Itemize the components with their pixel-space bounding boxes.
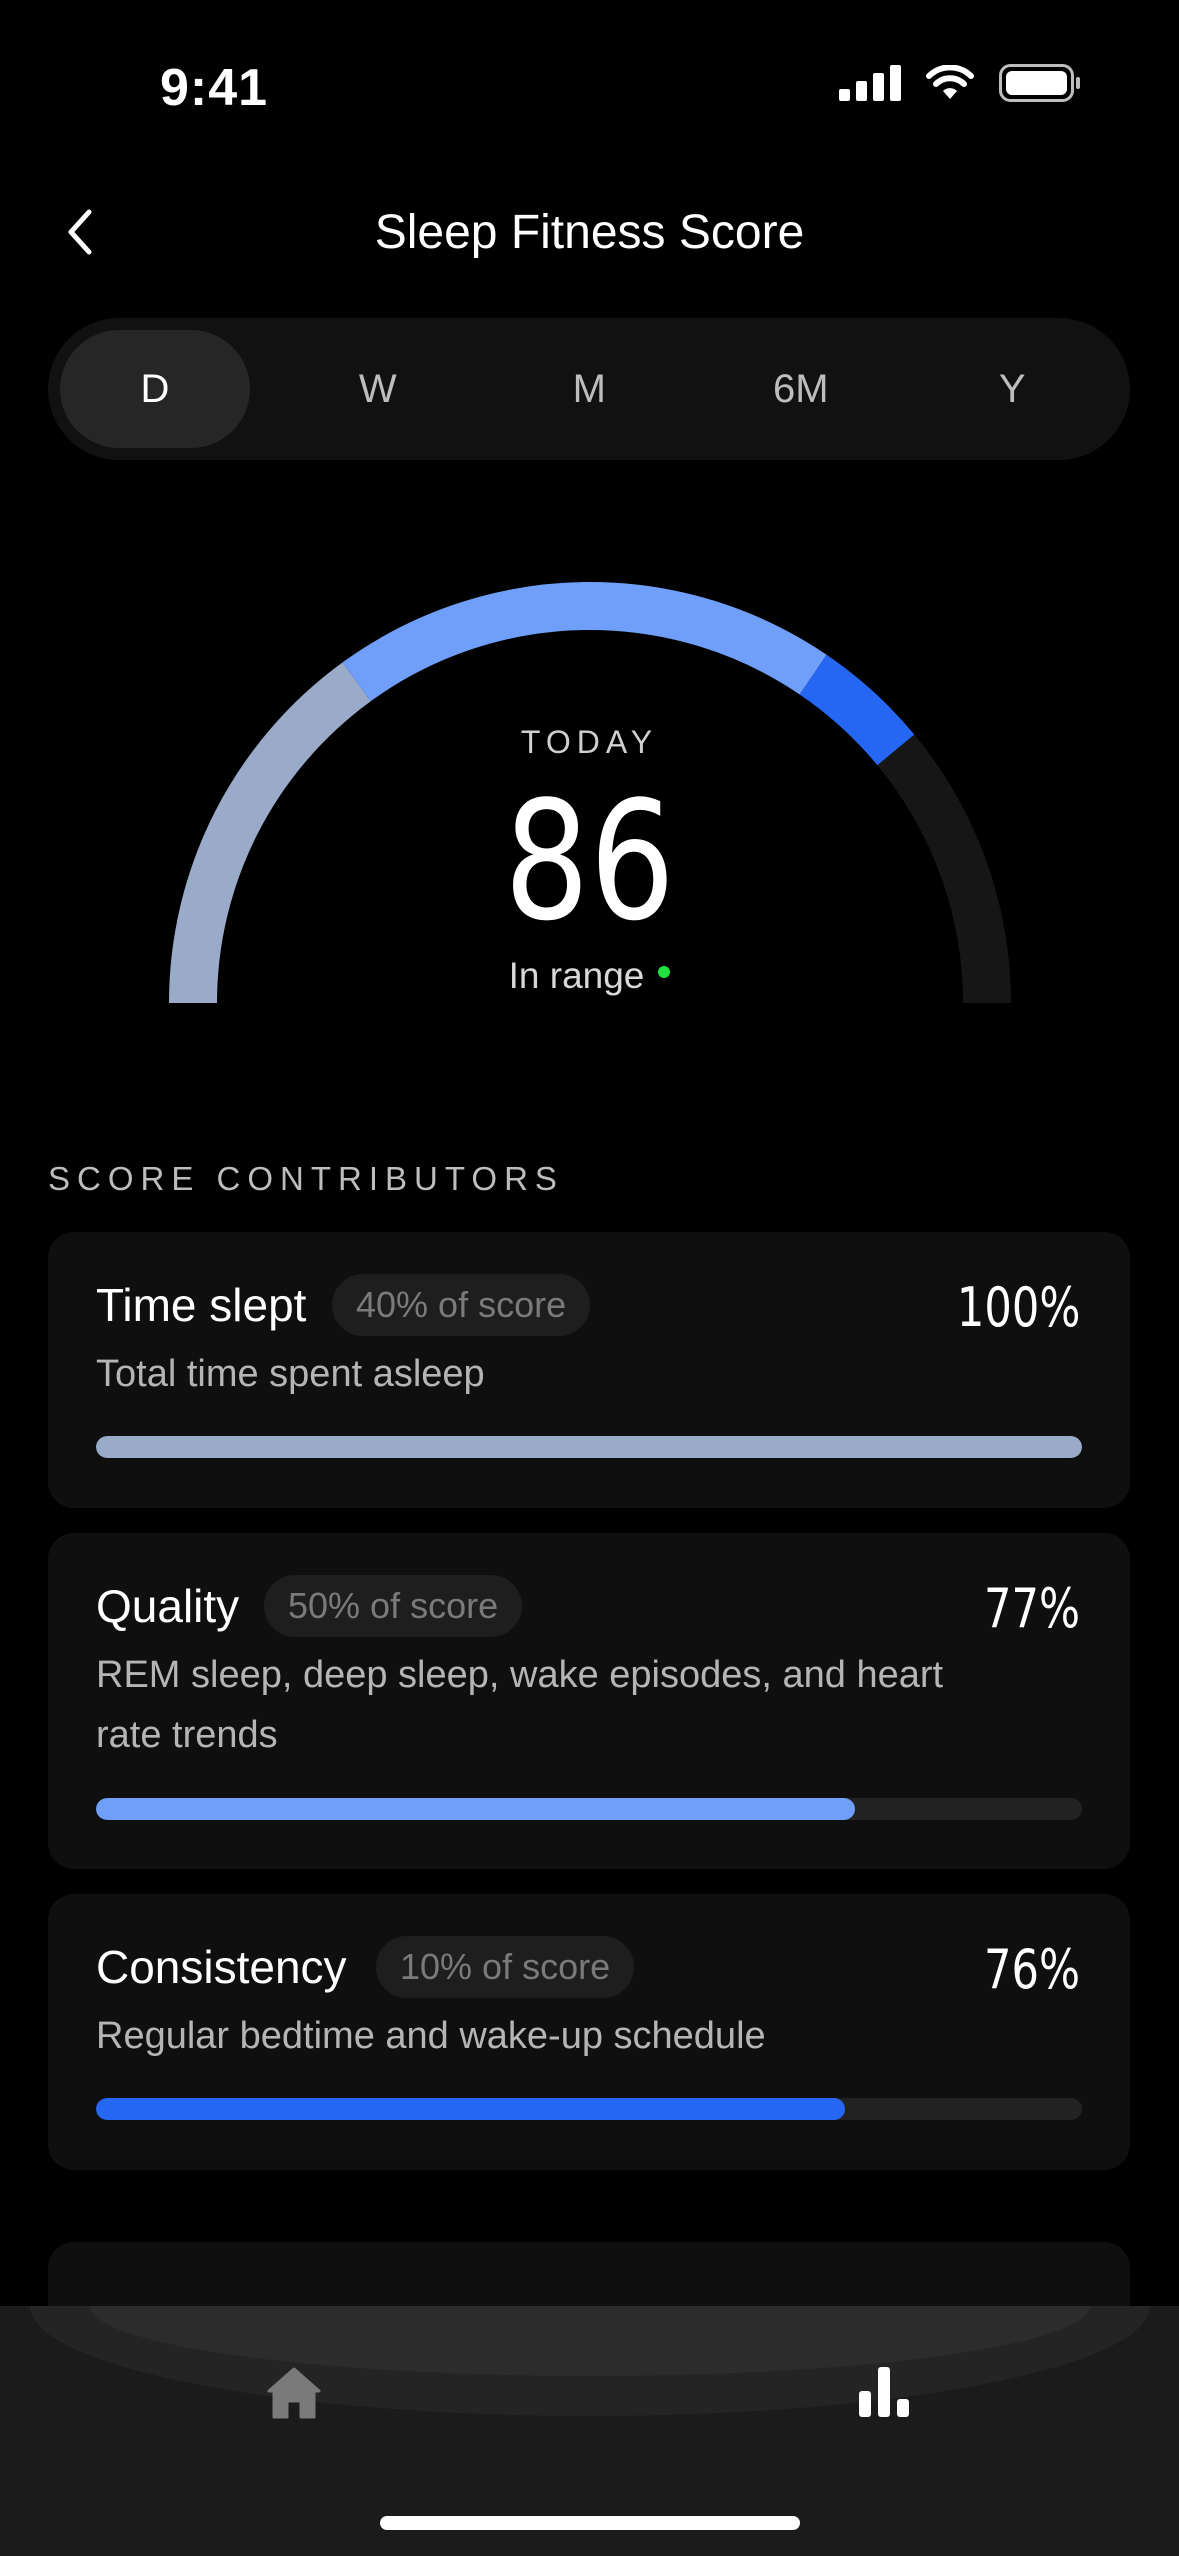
contributor-progress-track: [96, 1798, 1082, 1820]
contributor-progress-fill: [96, 1798, 856, 1820]
gauge-segment-2: [342, 582, 827, 702]
contributor-title: Consistency: [96, 1941, 347, 1993]
contributor-description: Total time spent asleep: [96, 1353, 485, 1395]
home-indicator: [380, 2516, 800, 2530]
tab-stats[interactable]: [834, 2342, 934, 2442]
contributor-percent: 76%: [983, 1938, 1080, 2001]
gauge-score: 86: [503, 766, 676, 957]
contributor-percent: 100%: [956, 1276, 1080, 1339]
contributor-weight-badge: 10% of score: [376, 1936, 635, 1998]
contributor-progress-track: [96, 2098, 1082, 2120]
contributor-description: REM sleep, deep sleep, wake episodes, an…: [96, 1654, 944, 1756]
bar-chart-icon: [859, 2367, 909, 2417]
contributor-title: Quality: [96, 1580, 240, 1632]
contributor-description: Regular bedtime and wake-up schedule: [96, 2015, 766, 2057]
contributor-percent: 77%: [983, 1577, 1080, 1640]
contributor-progress-fill: [96, 2098, 846, 2120]
contributor-weight-badge: 40% of score: [332, 1274, 591, 1336]
gauge-status-text: In range: [508, 955, 645, 996]
contributor-card-time-slept[interactable]: Time slept 40% of score 100% Total time …: [48, 1232, 1130, 1508]
status-dot-icon: [658, 966, 671, 979]
contributor-card-consistency[interactable]: Consistency 10% of score 76% Regular bed…: [48, 1894, 1130, 2170]
tab-home[interactable]: [244, 2342, 344, 2442]
contributor-card-quality[interactable]: Quality 50% of score 77% REM sleep, deep…: [48, 1533, 1130, 1869]
gauge-period-label: TODAY: [520, 724, 659, 760]
home-icon: [267, 2367, 321, 2419]
contributor-title: Time slept: [96, 1279, 307, 1331]
contributor-weight-badge: 50% of score: [264, 1575, 523, 1637]
contributor-progress-track: [96, 1436, 1082, 1458]
gauge-status: In range: [0, 955, 1179, 997]
contributor-progress-fill: [96, 1436, 1082, 1458]
section-label: SCORE CONTRIBUTORS: [48, 1160, 564, 1197]
